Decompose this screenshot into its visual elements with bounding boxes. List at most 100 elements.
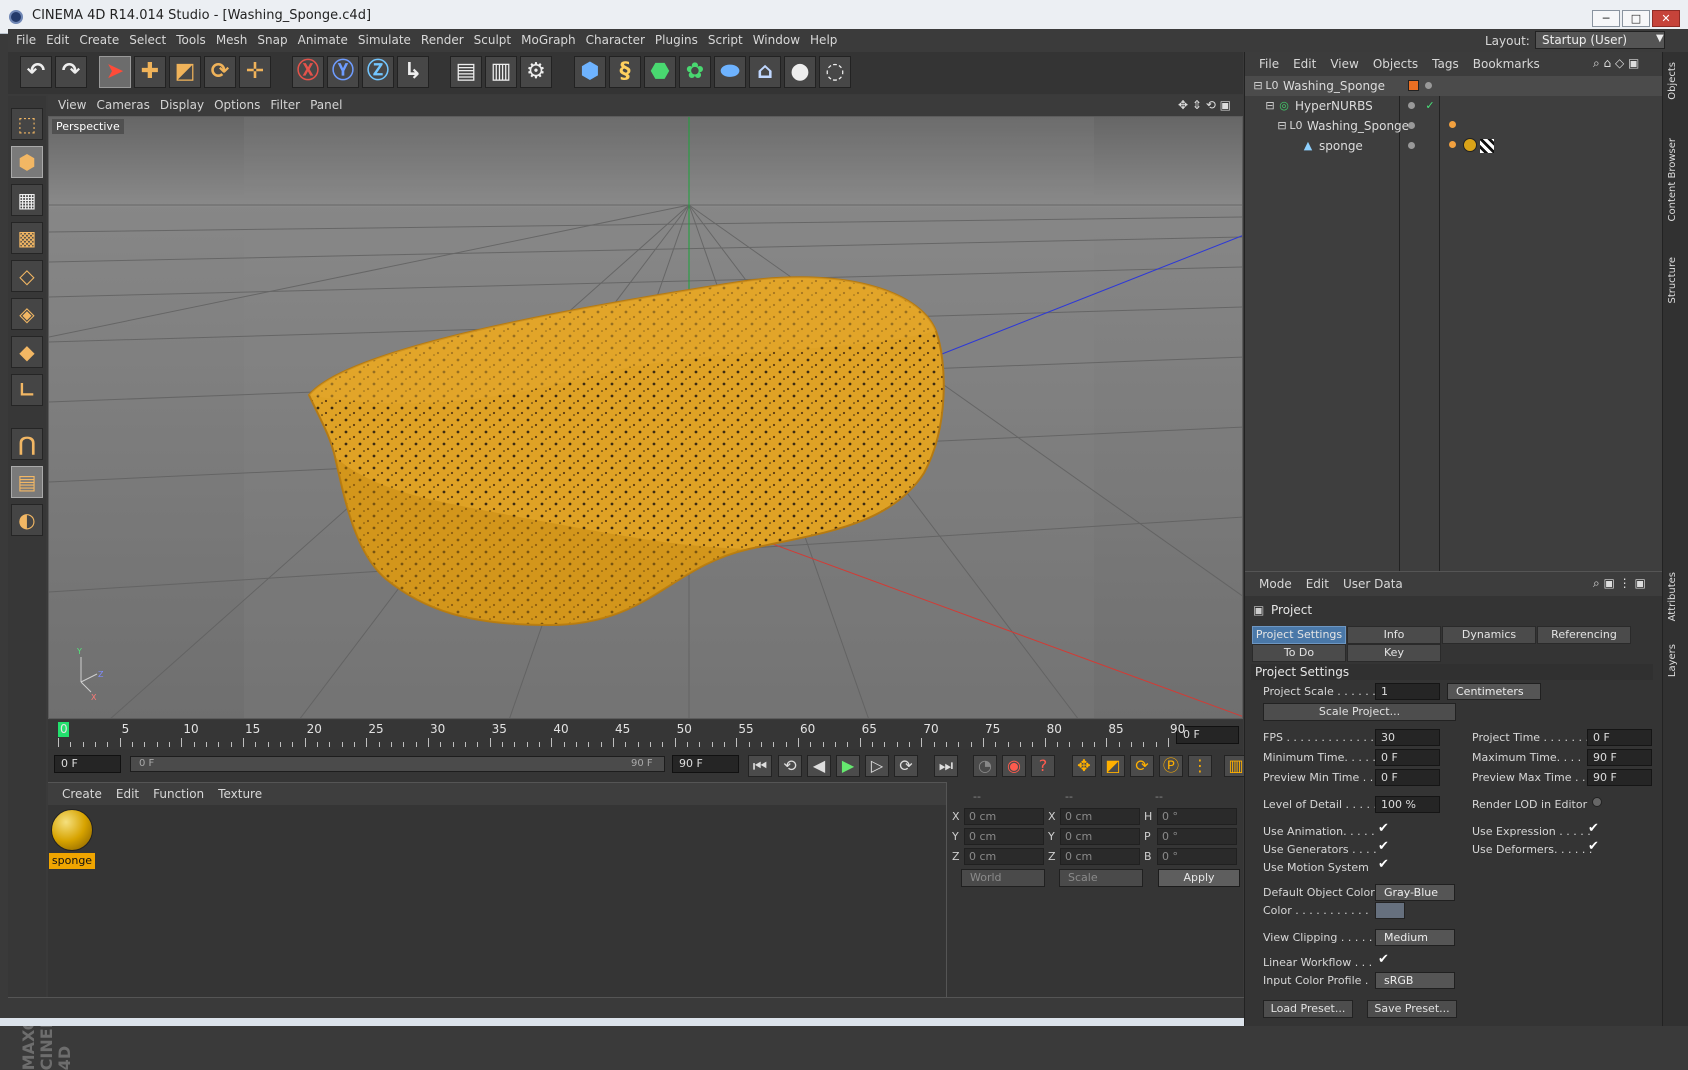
menu-animate[interactable]: Animate <box>298 29 348 52</box>
rotate-tool-icon[interactable]: ⟳ <box>204 56 236 88</box>
next-frame-icon[interactable]: ▷ <box>865 755 889 777</box>
render-settings-icon[interactable]: ⚙ <box>520 56 552 88</box>
scale-tool-icon[interactable]: ◩ <box>169 56 201 88</box>
viewport-menu-options[interactable]: Options <box>214 95 260 116</box>
uv-tag-icon[interactable] <box>1480 139 1494 153</box>
edges-mode-icon[interactable]: ◈ <box>11 298 43 330</box>
level-of-detail-field[interactable]: 100 % <box>1375 796 1440 813</box>
snap-icon[interactable]: ◐ <box>11 504 43 536</box>
maximum-time-field[interactable]: 90 F <box>1587 749 1652 766</box>
coord-z-size[interactable]: 0 cm <box>1060 848 1140 865</box>
viewport-menu-display[interactable]: Display <box>160 95 204 116</box>
side-tab-layers[interactable]: Layers <box>1667 644 1678 677</box>
attribute-menu-mode[interactable]: Mode <box>1259 572 1292 596</box>
viewport-nav-icon[interactable]: ✥ ⇕ ⟲ ▣ <box>1178 98 1231 112</box>
use-deformers-checkbox[interactable]: ✔ <box>1588 839 1599 854</box>
object-menu-bookmarks[interactable]: Bookmarks <box>1473 52 1540 76</box>
material-menu-create[interactable]: Create <box>62 783 102 805</box>
apply-button[interactable]: Apply <box>1158 869 1240 887</box>
close-button[interactable]: ✕ <box>1652 10 1680 27</box>
spline-icon[interactable]: § <box>609 56 641 88</box>
coordinate-mode-select[interactable]: Scale <box>1059 869 1143 887</box>
coord-z-position[interactable]: 0 cm <box>964 848 1044 865</box>
polygons-mode-icon[interactable]: ◆ <box>11 336 43 368</box>
autokey-icon[interactable]: ◉ <box>1002 755 1026 777</box>
coordinate-system-icon[interactable]: ↳ <box>397 56 429 88</box>
material-preview[interactable] <box>51 809 93 851</box>
parameter-key-icon[interactable]: Ⓟ <box>1159 755 1183 777</box>
undo-icon[interactable]: ↶ <box>20 56 52 88</box>
position-key-icon[interactable]: ✥ <box>1072 755 1096 777</box>
material-menu-edit[interactable]: Edit <box>116 783 139 805</box>
material-tag-icon[interactable] <box>1463 138 1477 152</box>
object-row-hypernurbs[interactable]: ⊟ ◎ HyperNURBS ✓ <box>1245 96 1663 116</box>
rotation-key-icon[interactable]: ⟳ <box>1130 755 1154 777</box>
view-clipping-select[interactable]: Medium <box>1375 929 1455 946</box>
menu-script[interactable]: Script <box>708 29 743 52</box>
input-color-profile-select[interactable]: sRGB <box>1375 972 1455 989</box>
menu-sculpt[interactable]: Sculpt <box>474 29 511 52</box>
timeline-ruler[interactable]: 0 F 0 5 10 15 20 25 30 35 40 45 50 55 60 65 70 75 80 85 90 <box>48 720 1243 749</box>
live-selection-icon[interactable]: ✛ <box>239 56 271 88</box>
collapse-icon[interactable]: ⊟ <box>1251 79 1265 93</box>
menu-snap[interactable]: Snap <box>257 29 287 52</box>
object-row-washing-sponge-child[interactable]: ⊟ L0 Washing_Sponge <box>1245 116 1663 136</box>
coord-b-rotation[interactable]: 0 ° <box>1157 848 1237 865</box>
menu-window[interactable]: Window <box>753 29 800 52</box>
tab-key-interpolation[interactable]: Key Interpolation <box>1347 644 1441 675</box>
menu-select[interactable]: Select <box>129 29 166 52</box>
side-tab-objects[interactable]: Objects <box>1667 62 1678 100</box>
use-motion-system-checkbox[interactable]: ✔ <box>1378 857 1389 872</box>
scale-project-button[interactable]: Scale Project... <box>1263 703 1456 721</box>
phong-tag-icon[interactable] <box>1449 121 1456 128</box>
search-icon[interactable]: ⌕ ⌂ ◇ ▣ <box>1593 56 1639 71</box>
side-tab-content-browser[interactable]: Content Browser <box>1667 138 1678 221</box>
axis-mode-icon[interactable]: ∟ <box>11 374 43 406</box>
go-to-end-icon[interactable]: ⏭ <box>934 755 958 777</box>
collapse-icon[interactable]: ⊟ <box>1263 99 1277 113</box>
coord-p-rotation[interactable]: 0 ° <box>1157 828 1237 845</box>
previous-frame-icon[interactable]: ◀ <box>807 755 831 777</box>
x-axis-icon[interactable]: Ⓧ <box>292 56 324 88</box>
load-preset-button[interactable]: Load Preset... <box>1263 1000 1353 1018</box>
tab-project-settings[interactable]: Project Settings <box>1252 626 1346 644</box>
current-frame-field[interactable]: 0 F <box>1176 726 1239 744</box>
object-menu-objects[interactable]: Objects <box>1373 52 1418 76</box>
fps-field[interactable]: 30 <box>1375 729 1440 746</box>
play-icon[interactable]: ▶ <box>836 755 860 777</box>
range-slider[interactable]: 0 F 90 F <box>130 756 665 772</box>
object-menu-file[interactable]: File <box>1259 52 1279 76</box>
viewport-menu-panel[interactable]: Panel <box>310 95 342 116</box>
preview-max-time-field[interactable]: 90 F <box>1587 769 1652 786</box>
preview-min-time-field[interactable]: 0 F <box>1375 769 1440 786</box>
collapse-icon[interactable]: ⊟ <box>1275 119 1289 133</box>
workplane-icon[interactable]: ▩ <box>11 222 43 254</box>
viewport-menu-cameras[interactable]: Cameras <box>96 95 149 116</box>
side-tab-attributes[interactable]: Attributes <box>1667 572 1678 621</box>
coord-y-size[interactable]: 0 cm <box>1060 828 1140 845</box>
coord-h-rotation[interactable]: 0 ° <box>1157 808 1237 825</box>
visibility-dot-icon[interactable] <box>1408 142 1415 149</box>
layout-select[interactable]: Startup (User) <box>1535 31 1665 49</box>
project-scale-field[interactable]: 1 <box>1375 683 1440 700</box>
attribute-menu-user-data[interactable]: User Data <box>1343 572 1403 596</box>
enabled-check-icon[interactable]: ✓ <box>1423 99 1437 113</box>
cube-primitive-icon[interactable]: ⬢ <box>574 56 606 88</box>
point-level-icon[interactable]: ⋮ <box>1188 755 1212 777</box>
previous-key-icon[interactable]: ⟲ <box>778 755 802 777</box>
coord-y-position[interactable]: 0 cm <box>964 828 1044 845</box>
viewport-menu-view[interactable]: View <box>58 95 86 116</box>
sculpt-icon[interactable]: ⬚ <box>11 108 43 140</box>
linear-workflow-checkbox[interactable]: ✔ <box>1378 952 1389 967</box>
deformer-icon[interactable]: ⬬ <box>714 56 746 88</box>
tab-referencing[interactable]: Referencing <box>1537 626 1631 644</box>
menu-tools[interactable]: Tools <box>176 29 206 52</box>
color-swatch[interactable] <box>1375 902 1405 919</box>
attribute-menu-edit[interactable]: Edit <box>1306 572 1329 596</box>
viewport-menu-filter[interactable]: Filter <box>270 95 300 116</box>
object-row-sponge[interactable]: ▲ sponge <box>1245 136 1663 156</box>
layer-color-icon[interactable] <box>1408 80 1419 91</box>
nurbs-icon[interactable]: ⬣ <box>644 56 676 88</box>
minimize-button[interactable]: ─ <box>1592 10 1620 27</box>
3d-viewport[interactable]: Y Z X Perspective <box>48 116 1243 719</box>
